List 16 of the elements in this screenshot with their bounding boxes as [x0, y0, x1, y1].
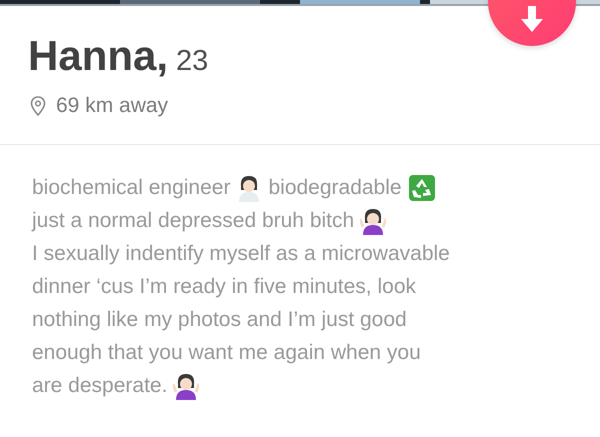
profile-name: Hanna,: [28, 32, 168, 80]
shrug-icon: [360, 206, 386, 234]
shrug-icon: [173, 372, 200, 400]
bio-text: nothing like my photos and I’m just good: [32, 308, 407, 332]
profile-age: 23: [176, 45, 208, 78]
bio-text: dinner ‘cus I’m ready in five minutes, look: [32, 274, 416, 298]
down-arrow-icon: [521, 6, 543, 32]
location-pin-icon: [30, 96, 46, 116]
bio-text: I sexually indentify myself as a microwavable: [32, 242, 450, 266]
bio-text: are desperate.: [32, 374, 168, 398]
recycle-icon: [408, 174, 436, 202]
bio-text: just a normal depressed bruh bitch: [32, 208, 354, 232]
distance-text: 69 km away: [56, 94, 168, 118]
bio-text: biochemical engineer: [32, 176, 230, 200]
bio-text: enough that you want me again when you: [32, 340, 421, 364]
bio-text: biodegradable: [268, 176, 402, 200]
